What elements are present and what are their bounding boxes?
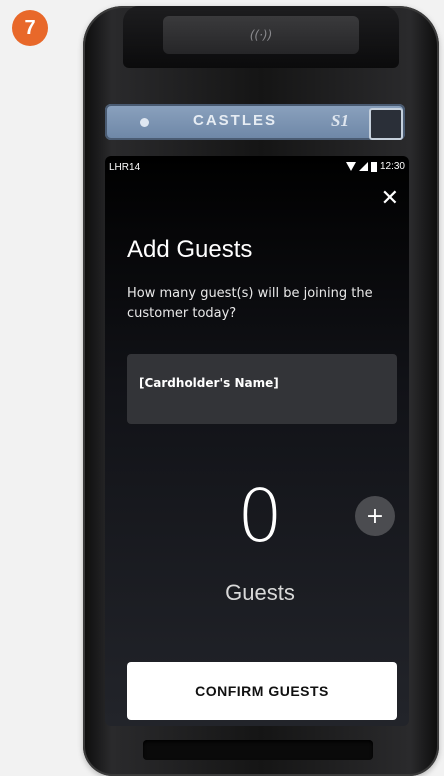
model-label: S1 — [331, 111, 349, 130]
step-number-badge: 7 — [12, 10, 48, 46]
card-reader-slot — [143, 740, 373, 760]
terminal-screen: LHR14 12:30 ✕ Add Guests How many guest(… — [105, 156, 409, 726]
indicator-light — [140, 118, 149, 127]
confirm-guests-button[interactable]: CONFIRM GUESTS — [127, 662, 397, 720]
printer-housing: ((·)) — [123, 6, 399, 68]
guest-count-label: Guests — [225, 580, 295, 605]
cardholder-card: [Cardholder's Name] — [127, 354, 397, 424]
brand-strip: CASTLES S1 — [105, 104, 405, 140]
camera-sensor — [369, 108, 403, 140]
page-subtitle: How many guest(s) will be joining the cu… — [127, 286, 373, 321]
battery-icon — [370, 161, 377, 172]
close-icon[interactable]: ✕ — [381, 188, 399, 210]
status-icons: 12:30 — [345, 161, 405, 172]
payment-terminal: ((·)) CASTLES S1 LHR14 12:30 ✕ Add Guest… — [83, 6, 439, 776]
status-time: 12:30 — [379, 161, 405, 172]
increment-guests-button[interactable]: + — [355, 496, 395, 536]
carrier-label: LHR14 — [109, 162, 141, 173]
status-bar: LHR14 12:30 — [105, 156, 409, 180]
printer-cover: ((·)) — [163, 16, 359, 54]
brand-logo: CASTLES — [193, 112, 278, 129]
signal-icon — [358, 162, 368, 171]
page-title: Add Guests — [127, 236, 253, 263]
cardholder-name: [Cardholder's Name] — [139, 376, 279, 390]
contactless-icon: ((·)) — [249, 28, 273, 42]
wifi-icon — [345, 162, 356, 171]
